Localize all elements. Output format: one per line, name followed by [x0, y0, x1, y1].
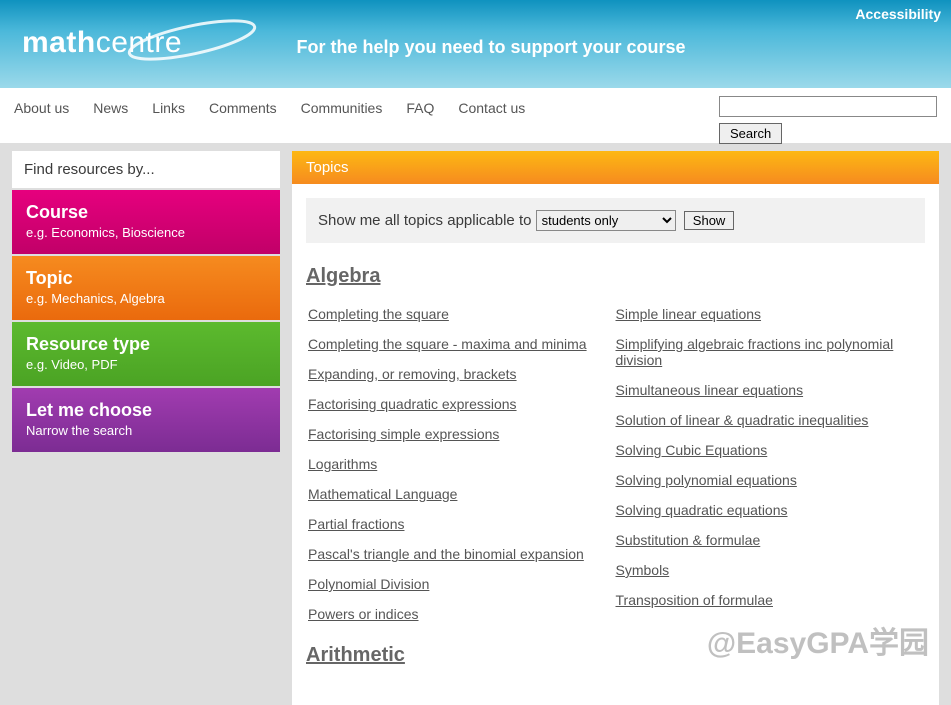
- nav-communities[interactable]: Communities: [301, 100, 383, 116]
- topic-link[interactable]: Solving polynomial equations: [616, 472, 924, 488]
- algebra-col-right: Simple linear equations Simplifying alge…: [616, 306, 924, 636]
- nav-comments[interactable]: Comments: [209, 100, 277, 116]
- content: Find resources by... Course e.g. Economi…: [0, 143, 951, 705]
- nav-contact[interactable]: Contact us: [458, 100, 525, 116]
- topic-link[interactable]: Pascal's triangle and the binomial expan…: [308, 546, 616, 562]
- algebra-col-left: Completing the square Completing the squ…: [308, 306, 616, 636]
- sidebar-item-title: Course: [26, 202, 266, 223]
- sidebar-item-title: Resource type: [26, 334, 266, 355]
- search-input[interactable]: [719, 96, 937, 117]
- algebra-columns: Completing the square Completing the squ…: [292, 306, 939, 636]
- nav-about[interactable]: About us: [14, 100, 69, 116]
- tagline: For the help you need to support your co…: [296, 37, 685, 58]
- sidebar-item-choose[interactable]: Let me choose Narrow the search: [12, 388, 280, 454]
- sidebar-item-resource-type[interactable]: Resource type e.g. Video, PDF: [12, 322, 280, 388]
- logo-text: mathcentre: [22, 26, 182, 59]
- topic-link[interactable]: Partial fractions: [308, 516, 616, 532]
- topic-link[interactable]: Logarithms: [308, 456, 616, 472]
- section-algebra: Algebra: [292, 257, 939, 306]
- nav-links-item[interactable]: Links: [152, 100, 185, 116]
- topic-link[interactable]: Completing the square - maxima and minim…: [308, 336, 616, 352]
- search-button[interactable]: Search: [719, 123, 782, 144]
- nav-news[interactable]: News: [93, 100, 128, 116]
- sidebar: Find resources by... Course e.g. Economi…: [12, 151, 280, 705]
- sidebar-item-sub: e.g. Mechanics, Algebra: [26, 291, 266, 306]
- search-area: Search: [719, 96, 937, 144]
- filter-select[interactable]: students only: [536, 210, 676, 231]
- sidebar-item-topic[interactable]: Topic e.g. Mechanics, Algebra: [12, 256, 280, 322]
- topic-link[interactable]: Factorising quadratic expressions: [308, 396, 616, 412]
- topic-link[interactable]: Substitution & formulae: [616, 532, 924, 548]
- topic-link[interactable]: Solution of linear & quadratic inequalit…: [616, 412, 924, 428]
- sidebar-item-sub: e.g. Video, PDF: [26, 357, 266, 372]
- section-title-algebra[interactable]: Algebra: [306, 265, 925, 288]
- filter-bar: Show me all topics applicable to student…: [306, 198, 925, 243]
- navbar: About us News Links Comments Communities…: [0, 88, 951, 143]
- nav-faq[interactable]: FAQ: [406, 100, 434, 116]
- topic-link[interactable]: Completing the square: [308, 306, 616, 322]
- section-arithmetic: Arithmetic: [292, 636, 939, 685]
- sidebar-item-title: Let me choose: [26, 400, 266, 421]
- sidebar-header: Find resources by...: [12, 151, 280, 190]
- topic-link[interactable]: Simple linear equations: [616, 306, 924, 322]
- sidebar-item-course[interactable]: Course e.g. Economics, Bioscience: [12, 190, 280, 256]
- topic-link[interactable]: Powers or indices: [308, 606, 616, 622]
- topic-link[interactable]: Expanding, or removing, brackets: [308, 366, 616, 382]
- topic-link[interactable]: Simultaneous linear equations: [616, 382, 924, 398]
- topic-link[interactable]: Factorising simple expressions: [308, 426, 616, 442]
- sidebar-item-title: Topic: [26, 268, 266, 289]
- header: Accessibility mathcentre For the help yo…: [0, 0, 951, 88]
- topic-link[interactable]: Simplifying algebraic fractions inc poly…: [616, 336, 924, 368]
- filter-label: Show me all topics applicable to: [318, 212, 536, 229]
- logo[interactable]: mathcentre: [22, 12, 260, 74]
- topic-link[interactable]: Transposition of formulae: [616, 592, 924, 608]
- topic-link[interactable]: Solving quadratic equations: [616, 502, 924, 518]
- topic-link[interactable]: Solving Cubic Equations: [616, 442, 924, 458]
- accessibility-link[interactable]: Accessibility: [855, 6, 941, 22]
- main-panel: Topics Show me all topics applicable to …: [292, 151, 939, 705]
- topic-link[interactable]: Mathematical Language: [308, 486, 616, 502]
- sidebar-item-sub: e.g. Economics, Bioscience: [26, 225, 266, 240]
- topics-header: Topics: [292, 151, 939, 184]
- section-title-arithmetic[interactable]: Arithmetic: [306, 644, 925, 667]
- show-button[interactable]: Show: [684, 211, 735, 230]
- topic-link[interactable]: Symbols: [616, 562, 924, 578]
- sidebar-item-sub: Narrow the search: [26, 423, 266, 438]
- topic-link[interactable]: Polynomial Division: [308, 576, 616, 592]
